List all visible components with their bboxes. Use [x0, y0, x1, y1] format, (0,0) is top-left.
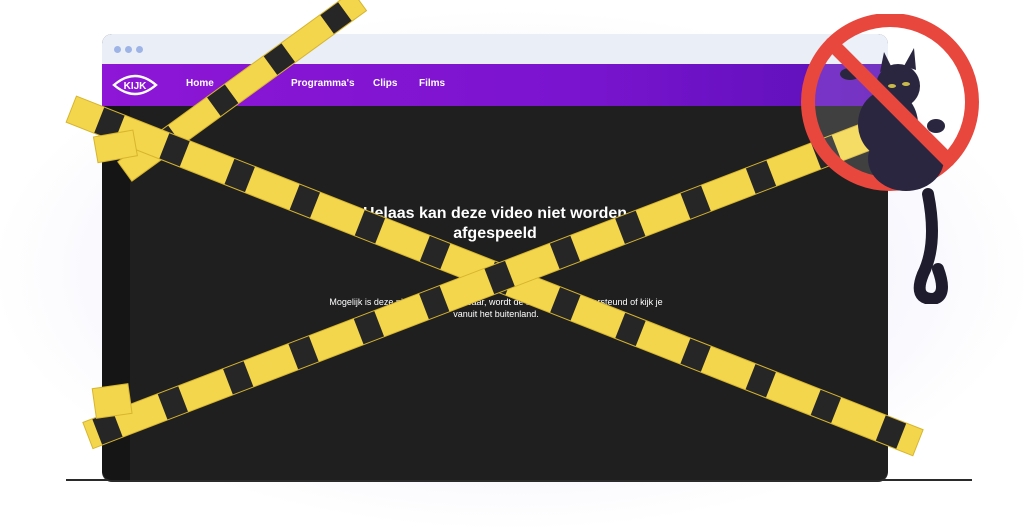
- nav-item-films[interactable]: Films: [419, 78, 445, 89]
- window-dot-icon: [136, 46, 143, 53]
- kijk-logo-icon[interactable]: KIJK: [112, 71, 158, 99]
- window-dot-icon: [125, 46, 132, 53]
- error-message: Mogelijk is deze niet meer beschikbaar, …: [329, 297, 663, 319]
- no-entry-sign-icon: [801, 14, 979, 304]
- nav-item-clips[interactable]: Clips: [373, 78, 397, 89]
- nav-item-home[interactable]: Home: [186, 78, 214, 89]
- logo-text: KIJK: [124, 81, 148, 92]
- window-dot-icon: [114, 46, 121, 53]
- error-title: Helaas kan deze video niet worden afgesp…: [362, 205, 628, 242]
- site-nav: KIJK Home Live Programma's Clips Films: [102, 64, 888, 106]
- player-shadow-edge: [102, 106, 130, 480]
- video-player-area[interactable]: [102, 106, 888, 480]
- cat-tail: [913, 188, 948, 304]
- browser-window: KIJK Home Live Programma's Clips Films H…: [102, 34, 888, 480]
- nav-item-live[interactable]: Live: [242, 78, 262, 89]
- nav-item-programmas[interactable]: Programma's: [291, 78, 355, 89]
- browser-titlebar: [102, 34, 888, 64]
